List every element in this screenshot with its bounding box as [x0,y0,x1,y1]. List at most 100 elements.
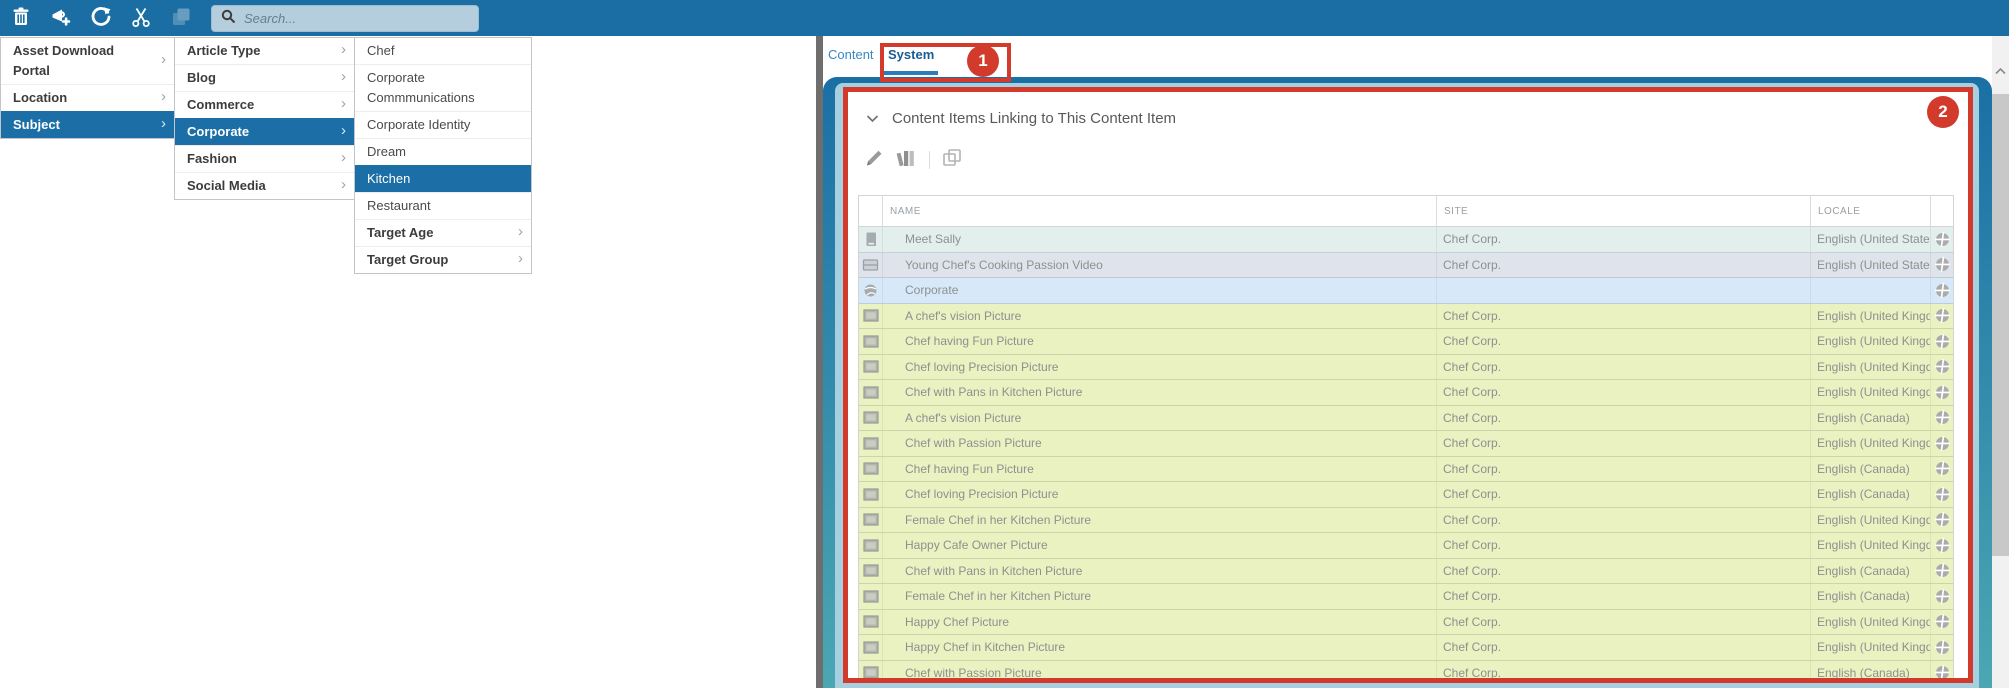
language-globe-icon[interactable] [1934,384,1950,400]
table-row[interactable]: Happy Chef in Kitchen Picture Chef Corp. E… [859,635,1953,661]
site-cell: Chef Corp. [1437,584,1811,609]
table-row[interactable]: Chef having Fun Picture Chef Corp. English… [859,329,1953,355]
delete-button[interactable] [8,5,34,31]
menu-item-corporate-identity[interactable]: Corporate Identity [355,111,531,138]
announcement-add-button[interactable] [48,5,74,31]
menu-item-social-media[interactable]: Social Media › [175,172,354,199]
locale-column-header: LOCALE [1811,196,1931,226]
image-icon [862,335,879,348]
menu-level-1: Asset Download Portal › Location › Subject › [0,37,175,139]
menu-item-fashion[interactable]: Fashion › [175,145,354,172]
item-type-cell [859,635,883,660]
language-globe-icon[interactable] [1934,563,1950,579]
menu-level-3: Chef Corporate Commmunications Corporate I… [354,37,532,274]
section-collapse-button[interactable] [866,111,879,126]
search-placeholder: Search... [244,10,297,26]
image-icon [862,590,879,603]
language-cell [1931,227,1953,252]
language-globe-icon[interactable] [1934,410,1950,426]
language-globe-icon[interactable] [1934,333,1950,349]
menu-item-blog[interactable]: Blog › [175,64,354,91]
language-globe-icon[interactable] [1934,359,1950,375]
site-cell: Chef Corp. [1437,303,1811,328]
top-toolbar: Search... [0,0,2009,36]
menu-item-chef[interactable]: Chef [355,38,531,64]
table-row[interactable]: Young Chef's Cooking Passion Video Chef C… [859,252,1953,278]
item-type-cell [859,533,883,558]
menu-item-dream[interactable]: Dream [355,138,531,165]
menu-item-corporate[interactable]: Corporate › [175,118,354,145]
item-type-cell [859,584,883,609]
menu-item-asset-download-portal[interactable]: Asset Download Portal › [1,38,174,84]
language-cell [1931,329,1953,354]
menu-item-subject[interactable]: Subject › [1,111,174,138]
refresh-button[interactable] [88,5,114,31]
table-row[interactable]: A chef's vision Picture Chef Corp. English… [859,405,1953,431]
globe-icon [863,283,878,298]
language-globe-icon[interactable] [1934,665,1950,678]
name-cell: Female Chef in her Kitchen Picture [883,584,1437,609]
table-row[interactable]: Meet Sally Chef Corp. English (United Stat… [859,227,1953,253]
table-row[interactable]: Corporate [859,278,1953,304]
vertical-scrollbar[interactable] [1992,36,2009,688]
item-type-cell [859,507,883,532]
menu-item-kitchen[interactable]: Kitchen [355,165,531,192]
table-row[interactable]: Chef loving Precision Picture Chef Corp. E… [859,482,1953,508]
pane-splitter[interactable] [816,36,823,688]
language-cell [1931,584,1953,609]
menu-item-location[interactable]: Location › [1,84,174,111]
table-row[interactable]: Chef with Pans in Kitchen Picture Chef Co… [859,380,1953,406]
copy-icon [940,147,964,172]
menu-item-label: Subject [13,117,60,132]
language-globe-icon[interactable] [1934,461,1950,477]
language-globe-icon[interactable] [1934,282,1950,298]
chevron-right-icon: › [341,41,346,59]
table-row[interactable]: Female Chef in her Kitchen Picture Chef C… [859,507,1953,533]
table-row[interactable]: Chef loving Precision Picture Chef Corp. E… [859,354,1953,380]
language-globe-icon[interactable] [1934,257,1950,273]
language-globe-icon[interactable] [1934,639,1950,655]
table-row[interactable]: Happy Cafe Owner Picture Chef Corp. Englis… [859,533,1953,559]
language-globe-icon[interactable] [1934,512,1950,528]
cut-button[interactable] [128,5,154,31]
edit-button[interactable] [863,147,885,172]
site-column-header: SITE [1437,196,1811,226]
table-row[interactable]: Female Chef in her Kitchen Picture Chef C… [859,584,1953,610]
table-row[interactable]: Chef having Fun Picture Chef Corp. English… [859,456,1953,482]
tab-system[interactable]: System [888,47,934,62]
name-cell: Corporate [883,278,1437,303]
links-section: Content Items Linking to This Content It… [848,92,1968,678]
language-globe-icon[interactable] [1934,231,1950,247]
menu-item-commerce[interactable]: Commerce › [175,91,354,118]
language-globe-icon[interactable] [1934,537,1950,553]
language-globe-icon[interactable] [1934,435,1950,451]
language-globe-icon[interactable] [1934,308,1950,324]
table-row[interactable]: Chef with Pans in Kitchen Picture Chef Co… [859,558,1953,584]
search-input[interactable]: Search... [211,4,479,32]
menu-item-target-age[interactable]: Target Age › [355,219,531,246]
menu-item-article-type[interactable]: Article Type › [175,38,354,64]
tab-content[interactable]: Content [828,47,874,62]
image-icon [862,666,879,678]
table-row[interactable]: Chef with Passion Picture Chef Corp. Engli… [859,431,1953,457]
site-cell: Chef Corp. [1437,380,1811,405]
item-type-cell [859,456,883,481]
menu-item-target-group[interactable]: Target Group › [355,246,531,273]
table-row[interactable]: Happy Chef Picture Chef Corp. English (Uni… [859,609,1953,635]
language-globe-icon[interactable] [1934,486,1950,502]
scrollbar-thumb[interactable] [1992,94,2009,556]
language-globe-icon[interactable] [1934,614,1950,630]
locale-cell: English (United Kingdom) [1811,329,1931,354]
copy-item-button[interactable] [940,147,964,172]
versions-button[interactable] [895,147,919,172]
menu-item-label: Target Group [367,252,449,267]
table-row[interactable]: Chef with Passion Picture Chef Corp. Engli… [859,660,1953,678]
name-column-header: NAME [883,196,1437,226]
chevron-right-icon: › [341,176,346,194]
copy-button[interactable] [168,5,194,31]
menu-item-restaurant[interactable]: Restaurant [355,192,531,219]
table-row[interactable]: A chef's vision Picture Chef Corp. English… [859,303,1953,329]
menu-item-corporate-commmunications[interactable]: Corporate Commmunications [355,64,531,111]
language-globe-icon[interactable] [1934,588,1950,604]
scroll-up-button[interactable] [1992,60,2009,80]
